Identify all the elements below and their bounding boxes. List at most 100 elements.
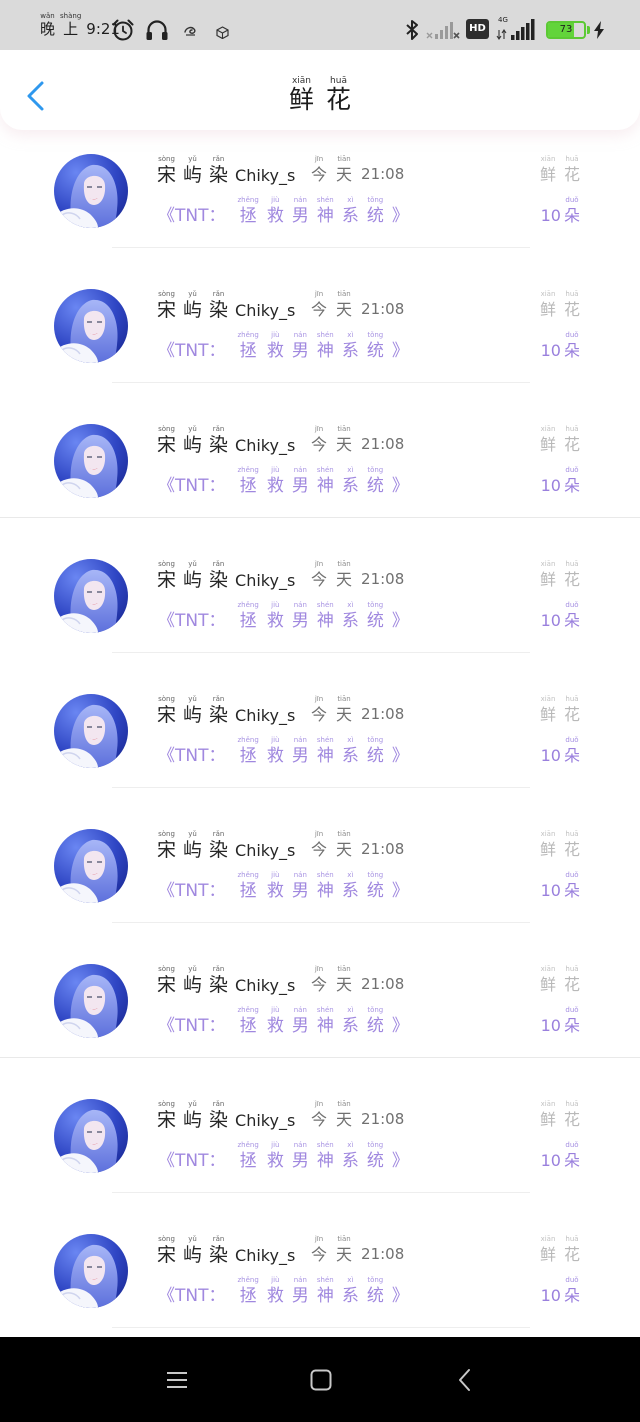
avatar[interactable]	[54, 964, 128, 1038]
pinyin-annotation: xì	[347, 601, 354, 609]
segment-text: 21:08	[361, 165, 405, 183]
segment-text: 染	[209, 299, 229, 321]
text-segment: 《TNT：	[158, 475, 226, 497]
text-segment: tǒng 统	[367, 871, 384, 902]
home-button[interactable]	[308, 1367, 334, 1393]
segment-text: 朵	[563, 1016, 580, 1035]
avatar[interactable]	[54, 289, 128, 363]
text-segment: wǎn 晚	[40, 12, 55, 38]
pinyin-annotation: yǔ	[188, 965, 197, 973]
segment-text: 屿	[183, 569, 203, 591]
text-segment: huā 花	[326, 76, 351, 114]
text-segment: tiān 天	[336, 425, 352, 455]
text-segment: xiān 鲜	[289, 76, 314, 114]
status-clock: wǎn 晚 shàng 上 9:21	[40, 12, 120, 38]
text-segment: xiān 鲜	[540, 560, 556, 590]
text-segment: tǒng 统	[367, 196, 384, 227]
avatar[interactable]	[54, 1099, 128, 1173]
gift-record-item[interactable]: sòng 宋 yǔ 屿 rǎn 染 Chiky_s jīn 今 tiān 天 21:08 xiān 鲜…	[0, 934, 640, 1069]
gift-count: 10 duǒ 朵	[538, 196, 580, 227]
segment-text: 21:08	[361, 300, 405, 318]
avatar[interactable]	[54, 559, 128, 633]
segment-text: 天	[336, 840, 353, 859]
text-segment: shén 神	[317, 331, 334, 362]
segment-text: 染	[209, 1109, 229, 1131]
avatar[interactable]	[54, 829, 128, 903]
segment-text: 拯	[239, 476, 257, 496]
pinyin-annotation: huā	[565, 560, 579, 568]
segment-text: 朵	[563, 611, 580, 630]
gift-record-item[interactable]: sòng 宋 yǔ 屿 rǎn 染 Chiky_s jīn 今 tiān 天 21:08 xiān 鲜…	[0, 1204, 640, 1339]
segment-text: 统	[366, 341, 384, 361]
gift-record-item[interactable]: sòng 宋 yǔ 屿 rǎn 染 Chiky_s jīn 今 tiān 天 21:08 xiān 鲜…	[0, 124, 640, 259]
home-square-icon	[310, 1369, 332, 1391]
text-segment: jiù 救	[267, 871, 284, 902]
battery-icon: 73	[546, 21, 586, 39]
text-segment: Chiky_s	[235, 1110, 295, 1131]
text-segment: 《TNT：	[158, 880, 226, 902]
gift-record-item[interactable]: sòng 宋 yǔ 屿 rǎn 染 Chiky_s jīn 今 tiān 天 21:08 xiān 鲜…	[0, 799, 640, 934]
text-segment: rǎn 染	[209, 425, 228, 456]
segment-text: Chiky_s	[235, 976, 296, 995]
text-segment: Chiky_s	[235, 705, 295, 726]
segment-text: 《TNT：	[158, 1016, 226, 1036]
segment-text: 救	[266, 341, 284, 361]
text-segment: tiān 天	[336, 695, 352, 725]
gift-record-item[interactable]: sòng 宋 yǔ 屿 rǎn 染 Chiky_s jīn 今 tiān 天 21:08 xiān 鲜…	[0, 529, 640, 664]
text-segment: jiù 救	[267, 1276, 284, 1307]
text-segment: 21:08	[361, 299, 404, 320]
avatar-image	[54, 424, 128, 498]
pinyin-annotation: rǎn	[212, 965, 225, 973]
sender-name: sòng 宋 yǔ 屿 rǎn 染 Chiky_s	[157, 290, 302, 321]
segment-text: 朵	[563, 881, 580, 900]
segment-text: 《TNT：	[158, 1286, 226, 1306]
pinyin-annotation: duǒ	[565, 736, 579, 744]
gift-record-item[interactable]: sòng 宋 yǔ 屿 rǎn 染 Chiky_s jīn 今 tiān 天 21:08 xiān 鲜…	[0, 664, 640, 799]
segment-text: 统	[366, 1016, 384, 1036]
back-nav-button[interactable]	[452, 1367, 478, 1393]
text-segment: 10	[541, 475, 561, 497]
text-segment: xì 系	[342, 466, 359, 497]
pinyin-annotation: shén	[316, 736, 334, 744]
segment-text: 花	[563, 1110, 580, 1129]
segment-text: 21:08	[361, 975, 405, 993]
gift-record-item[interactable]: sòng 宋 yǔ 屿 rǎn 染 Chiky_s jīn 今 tiān 天 21:08 xiān 鲜…	[0, 1069, 640, 1204]
pinyin-annotation: tǒng	[367, 1006, 384, 1014]
avatar[interactable]	[54, 694, 128, 768]
avatar[interactable]	[54, 1234, 128, 1308]
text-segment: zhěng 拯	[238, 736, 259, 767]
gift-count: 10 duǒ 朵	[538, 331, 580, 362]
pinyin-annotation: duǒ	[565, 196, 579, 204]
text-segment: huā 花	[564, 560, 580, 590]
text-segment: shén 神	[317, 601, 334, 632]
segment-text: 今	[311, 435, 328, 454]
pinyin-annotation: jīn	[314, 830, 324, 838]
segment-text: 朵	[563, 476, 580, 495]
segment-text: Chiky_s	[235, 706, 296, 725]
segment-text: Chiky_s	[235, 1111, 296, 1130]
sender-name: sòng 宋 yǔ 屿 rǎn 染 Chiky_s	[157, 560, 302, 591]
pinyin-annotation: xì	[347, 331, 354, 339]
menu-button[interactable]	[164, 1367, 190, 1393]
pinyin-annotation: zhěng	[237, 466, 259, 474]
gift-record-item[interactable]: sòng 宋 yǔ 屿 rǎn 染 Chiky_s jīn 今 tiān 天 21:08 xiān 鲜…	[0, 394, 640, 529]
text-segment: 21:08	[361, 839, 404, 860]
pinyin-annotation: duǒ	[565, 1141, 579, 1149]
sent-time: jīn 今 tiān 天 21:08	[311, 425, 413, 455]
pinyin-annotation: yǔ	[188, 560, 197, 568]
text-segment: jiù 救	[267, 1006, 284, 1037]
text-segment: sòng 宋	[157, 1100, 176, 1131]
pinyin-annotation: yǔ	[188, 695, 197, 703]
pinyin-annotation: huā	[565, 425, 579, 433]
text-segment: 10	[541, 205, 561, 227]
text-segment: sòng 宋	[157, 155, 176, 186]
pinyin-annotation: tǒng	[367, 601, 384, 609]
segment-text: 》	[391, 206, 409, 226]
avatar[interactable]	[54, 424, 128, 498]
segment-text: 屿	[183, 434, 203, 456]
avatar[interactable]	[54, 154, 128, 228]
pinyin-annotation: nán	[293, 196, 307, 204]
gift-record-item[interactable]: sòng 宋 yǔ 屿 rǎn 染 Chiky_s jīn 今 tiān 天 21:08 xiān 鲜…	[0, 259, 640, 394]
pinyin-annotation: nán	[293, 1276, 307, 1284]
text-segment: jiù 救	[267, 736, 284, 767]
